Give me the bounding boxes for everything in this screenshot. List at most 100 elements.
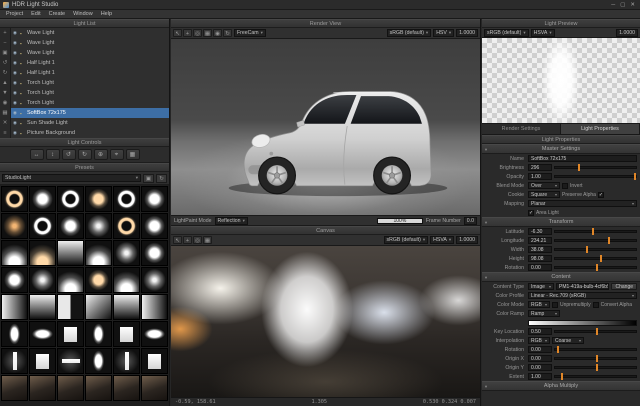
visibility-icon[interactable]: ◉ xyxy=(13,50,18,56)
redo-icon[interactable]: ↻ xyxy=(0,68,11,78)
select-tool-icon[interactable]: ↖ xyxy=(173,29,182,37)
close-icon[interactable]: ✕ xyxy=(630,2,635,8)
group-lights-icon[interactable]: ▣ xyxy=(0,48,11,58)
move-light-up-icon[interactable]: ▲ xyxy=(0,78,11,88)
section-master-settings[interactable]: ▾Master Settings xyxy=(482,144,640,154)
slider-handle[interactable] xyxy=(557,346,559,353)
light-list-item[interactable]: ◉▪Sun Shade Light xyxy=(11,118,169,128)
latitude-input[interactable]: -6.30 xyxy=(528,228,552,235)
preset-thumb-softbox-h[interactable] xyxy=(29,321,56,347)
mapping-dropdown[interactable]: Planar▾ xyxy=(528,200,637,207)
maximize-icon[interactable]: ▢ xyxy=(620,2,625,8)
rv-color-mode-dropdown[interactable]: HSV▾ xyxy=(433,29,454,37)
rotation-slider[interactable] xyxy=(554,348,637,351)
area-light-checkbox[interactable]: ✓ xyxy=(528,210,534,216)
rotate-ccw-button[interactable]: ↺ xyxy=(62,149,76,160)
refresh-render-icon[interactable]: ↻ xyxy=(223,29,232,37)
preset-thumb-dome-warm[interactable] xyxy=(29,240,56,266)
preset-thumb-photo[interactable] xyxy=(85,375,112,401)
render-toggle-icon[interactable]: ◉ xyxy=(213,29,222,37)
tab-render-settings[interactable]: Render Settings xyxy=(482,124,561,134)
key-location-slider[interactable] xyxy=(554,330,637,333)
slider-handle[interactable] xyxy=(596,264,598,271)
light-list-item[interactable]: ◉▪Torch Light xyxy=(11,98,169,108)
preset-thumb-photo[interactable] xyxy=(57,375,84,401)
slider-handle[interactable] xyxy=(592,228,594,235)
target-button[interactable]: ⌖ xyxy=(110,149,124,160)
preset-thumb-panel[interactable] xyxy=(57,321,84,347)
undo-icon[interactable]: ↺ xyxy=(0,58,11,68)
slider-handle[interactable] xyxy=(578,164,580,171)
preset-thumb-glow[interactable] xyxy=(113,240,140,266)
light-list-item[interactable]: ◉▪Torch Light xyxy=(11,78,169,88)
preserve-alpha-checkbox[interactable]: ✓ xyxy=(598,192,604,198)
visibility-icon[interactable]: ◉ xyxy=(13,60,18,66)
region-tool-icon[interactable]: ▦ xyxy=(203,29,212,37)
preset-thumb-ring[interactable] xyxy=(113,186,140,212)
width-input[interactable]: 38.08 xyxy=(528,246,552,253)
slider-handle[interactable] xyxy=(596,355,598,362)
zoom-tool-icon[interactable]: ◎ xyxy=(193,236,202,244)
light-list-item[interactable]: ◉▪SoftBox 72x175 xyxy=(11,108,169,118)
light-list-item[interactable]: ◉▪Half Light 1 xyxy=(11,68,169,78)
solo-light-icon[interactable]: ◉ xyxy=(0,98,11,108)
visibility-icon[interactable]: ◉ xyxy=(13,110,18,116)
move-horizontal-button[interactable]: ↔ xyxy=(30,149,44,160)
preset-thumb-dome[interactable] xyxy=(57,267,84,293)
slider-handle[interactable] xyxy=(634,173,636,180)
lp-color-profile-dropdown[interactable]: sRGB (default)▾ xyxy=(484,29,529,37)
brightness-input[interactable]: 296 xyxy=(528,164,552,171)
name-input[interactable]: SoftBox 72x175 xyxy=(528,155,637,162)
content-type-dropdown[interactable]: Image▾ xyxy=(528,283,554,290)
remove-light-icon[interactable]: − xyxy=(0,38,11,48)
preset-category-dropdown[interactable]: StudioLight▾ xyxy=(2,174,141,182)
rotate-cw-button[interactable]: ↻ xyxy=(78,149,92,160)
light-list-item[interactable]: ◉▪Torch Light xyxy=(11,88,169,98)
scale-button[interactable]: ⊕ xyxy=(94,149,108,160)
rv-color-profile-dropdown[interactable]: sRGB (default)▾ xyxy=(387,29,432,37)
preset-thumb-ring[interactable] xyxy=(29,213,56,239)
grid-snap-button[interactable]: ▦ xyxy=(126,149,140,160)
tab-light-properties[interactable]: Light Properties xyxy=(561,124,640,134)
view-mode-icon[interactable]: ▦ xyxy=(0,108,11,118)
preset-thumb-photo[interactable] xyxy=(113,375,140,401)
light-list-item[interactable]: ◉▪Wave Light xyxy=(11,28,169,38)
width-slider[interactable] xyxy=(554,248,637,251)
preset-thumb-softbox-h[interactable] xyxy=(141,321,168,347)
preset-thumb-disc[interactable] xyxy=(1,267,28,293)
render-viewport[interactable] xyxy=(171,39,480,215)
color-ramp-gradient[interactable] xyxy=(528,320,637,326)
brightness-slider[interactable] xyxy=(554,166,637,169)
rotation-input[interactable]: 0.00 xyxy=(528,346,552,353)
preset-thumb-grad-d[interactable] xyxy=(85,294,112,320)
origin-x-slider[interactable] xyxy=(554,357,637,360)
menu-help[interactable]: Help xyxy=(97,11,116,17)
cv-exposure-input[interactable]: 1.0000 xyxy=(456,236,478,244)
preset-thumb-disc[interactable] xyxy=(141,186,168,212)
visibility-icon[interactable]: ◉ xyxy=(13,100,18,106)
preset-thumb-grad-v[interactable] xyxy=(57,240,84,266)
light-list-item[interactable]: ◉▪Wave Light xyxy=(11,38,169,48)
slider-handle[interactable] xyxy=(596,364,598,371)
invert-checkbox[interactable] xyxy=(562,183,568,189)
menu-project[interactable]: Project xyxy=(2,11,27,17)
visibility-icon[interactable]: ◉ xyxy=(13,130,18,136)
slider-handle[interactable] xyxy=(586,246,588,253)
move-light-down-icon[interactable]: ▼ xyxy=(0,88,11,98)
preset-thumb-photo[interactable] xyxy=(1,375,28,401)
pan-tool-icon[interactable]: + xyxy=(183,236,192,244)
preset-thumb-glow[interactable] xyxy=(29,267,56,293)
preset-thumb-softbox-v[interactable] xyxy=(85,321,112,347)
light-list-item[interactable]: ◉▪Wave Light xyxy=(11,48,169,58)
add-light-icon[interactable]: + xyxy=(0,28,11,38)
preset-thumb-glow[interactable] xyxy=(141,267,168,293)
preset-thumb-glow-warm[interactable] xyxy=(1,213,28,239)
slider-handle[interactable] xyxy=(608,237,610,244)
preset-folder-button[interactable]: ▣ xyxy=(143,174,154,183)
visibility-icon[interactable]: ◉ xyxy=(13,90,18,96)
preset-thumb-grad-v[interactable] xyxy=(29,294,56,320)
preset-thumb-grad-h[interactable] xyxy=(1,294,28,320)
preset-thumb-photo[interactable] xyxy=(29,375,56,401)
cookie-dropdown[interactable]: Square▾ xyxy=(528,191,560,198)
slider-handle[interactable] xyxy=(596,328,598,335)
